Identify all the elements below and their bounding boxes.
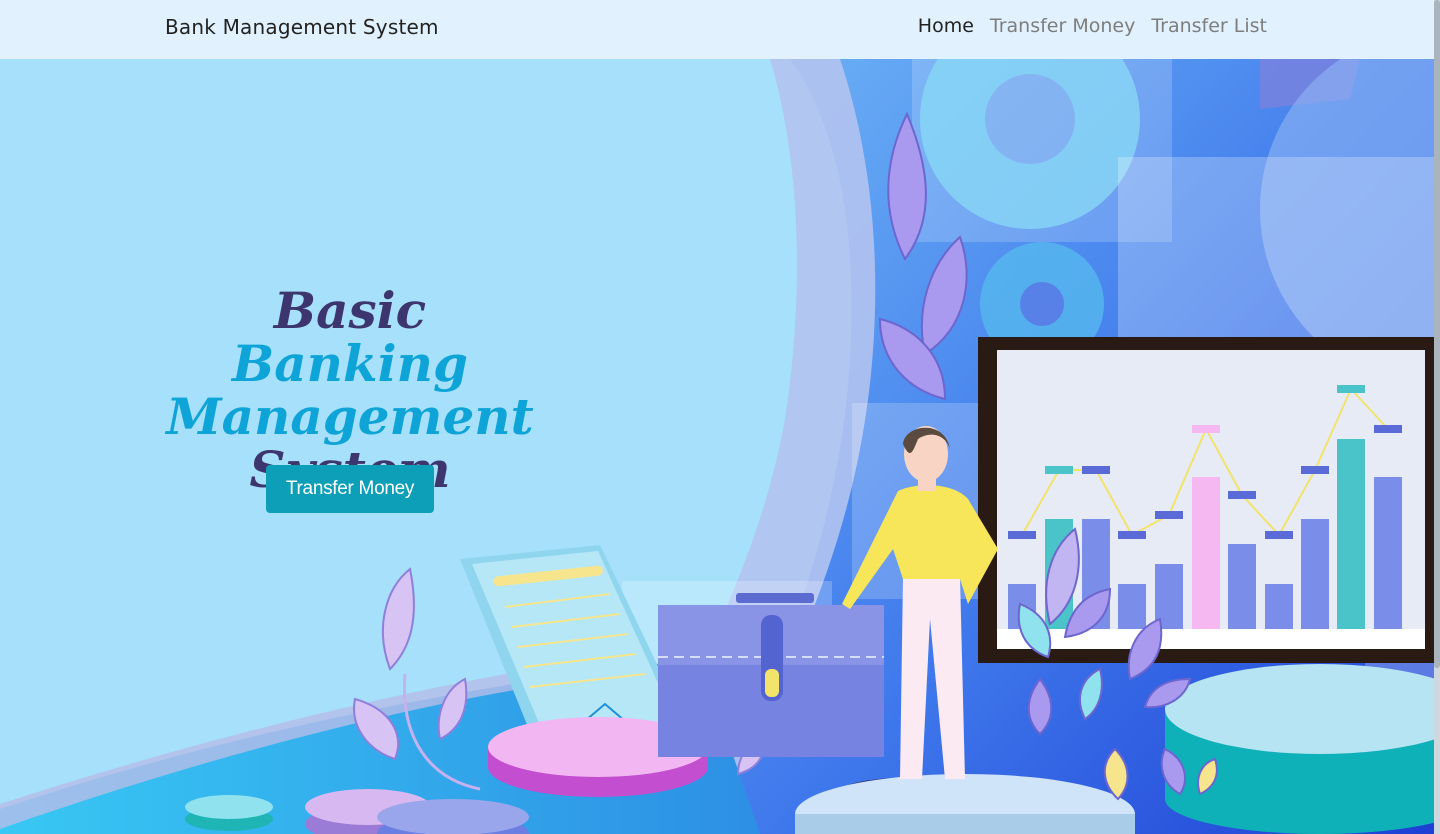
nav-links: Home Transfer Money Transfer List <box>918 15 1267 37</box>
navbar: Bank Management System Home Transfer Mon… <box>0 0 1440 59</box>
scrollbar-thumb[interactable] <box>1434 0 1440 668</box>
transfer-money-button[interactable]: Transfer Money <box>266 465 434 513</box>
scrollbar[interactable] <box>1434 0 1440 834</box>
nav-link-transfer-money[interactable]: Transfer Money <box>990 15 1135 37</box>
hero-title-word-management: Management <box>166 387 534 446</box>
brand-title[interactable]: Bank Management System <box>165 15 439 39</box>
hero-title-word-banking: Banking <box>232 334 468 393</box>
hero-title-word-basic: Basic <box>273 281 427 340</box>
nav-link-home[interactable]: Home <box>918 15 974 37</box>
hero-section: Basic Banking Management System Transfer… <box>0 59 1440 834</box>
nav-link-transfer-list[interactable]: Transfer List <box>1151 15 1267 37</box>
briefcase-illustration <box>658 593 884 757</box>
